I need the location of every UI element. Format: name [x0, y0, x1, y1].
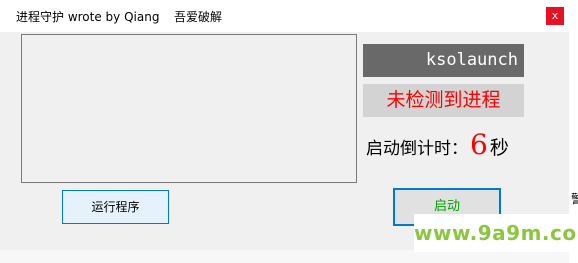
countdown-value: 6 [470, 128, 488, 161]
app-window: 警 进程守护 wrote by Qiang 吾爱破解 x 运行程序 ksolau… [0, 0, 578, 263]
background-window-text: 警 [571, 192, 578, 206]
window-title: 进程守护 wrote by Qiang [16, 10, 160, 24]
title-link[interactable]: 吾爱破解 [174, 8, 222, 25]
countdown-unit: 秒 [489, 137, 509, 159]
process-name-field: ksolaunch [363, 44, 524, 77]
watermark: www.9a9m.com [414, 214, 578, 252]
close-icon: x [551, 9, 559, 22]
process-list-box[interactable] [21, 34, 357, 183]
process-status-label: 未检测到进程 [363, 84, 524, 117]
run-program-button[interactable]: 运行程序 [62, 190, 169, 224]
close-button[interactable]: x [546, 7, 564, 25]
title-bar[interactable]: 进程守护 wrote by Qiang 吾爱破解 x [0, 0, 578, 32]
countdown-label: 启动倒计时： [366, 139, 468, 159]
countdown-display: 启动倒计时：6 秒 [366, 128, 509, 164]
